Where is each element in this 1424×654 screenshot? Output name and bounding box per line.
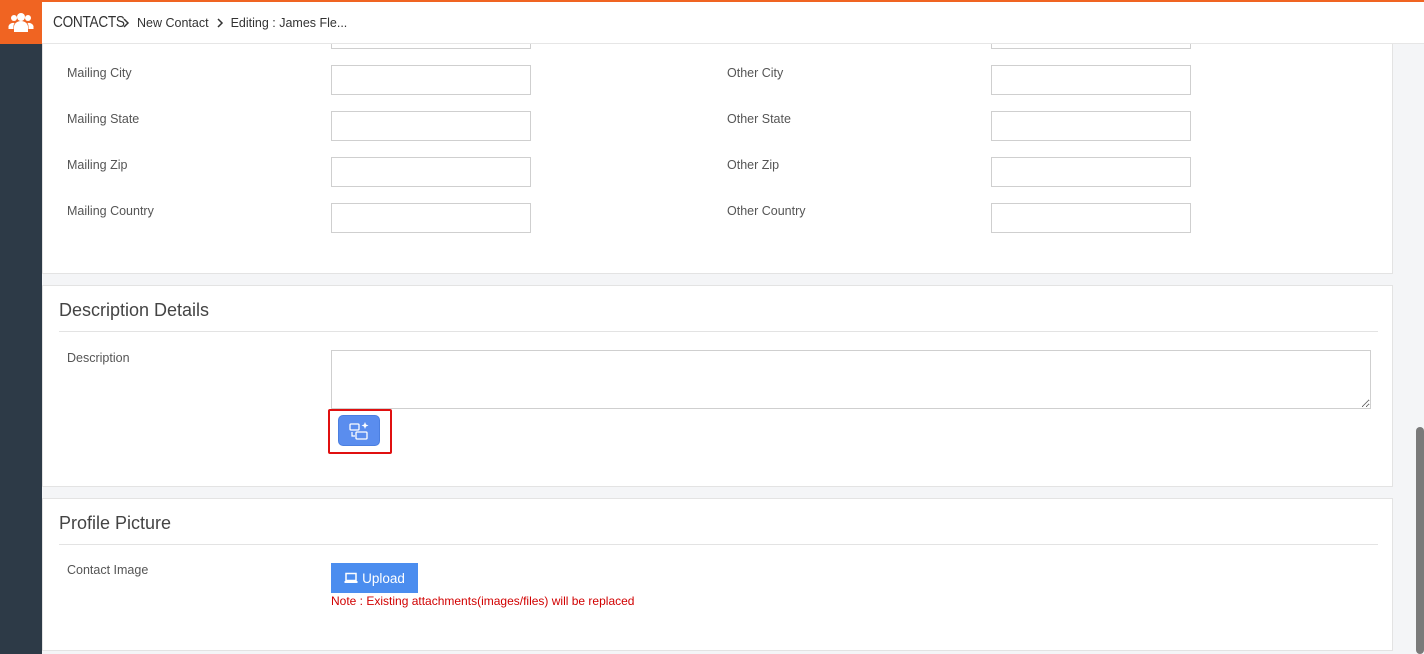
other-city-input[interactable] bbox=[991, 65, 1191, 95]
profile-picture-panel: Profile Picture Contact Image Upload Not… bbox=[42, 498, 1393, 651]
users-group-icon[interactable] bbox=[0, 0, 42, 44]
mailing-city-label: Mailing City bbox=[67, 66, 132, 80]
mailing-zip-label: Mailing Zip bbox=[67, 158, 128, 172]
description-textarea[interactable] bbox=[331, 350, 1371, 409]
other-state-input[interactable] bbox=[991, 111, 1191, 141]
mailing-city-input[interactable] bbox=[331, 65, 531, 95]
breadcrumb-module[interactable]: CONTACTS bbox=[53, 14, 125, 32]
description-panel: Description Details Description bbox=[42, 285, 1393, 487]
mailing-state-label: Mailing State bbox=[67, 112, 140, 126]
chevron-right-icon bbox=[213, 16, 227, 30]
section-divider bbox=[59, 331, 1378, 332]
other-country-label: Other Country bbox=[727, 204, 806, 218]
contact-image-label: Contact Image bbox=[67, 563, 149, 577]
upload-button-label: Upload bbox=[362, 570, 405, 586]
description-section-title: Description Details bbox=[59, 300, 210, 320]
main-content: Mailing City Other City Mailing State Ot… bbox=[42, 0, 1408, 654]
mailing-country-input[interactable] bbox=[331, 203, 531, 233]
mailing-state-input[interactable] bbox=[331, 111, 531, 141]
section-divider bbox=[59, 544, 1378, 545]
other-zip-label: Other Zip bbox=[727, 158, 780, 172]
upload-note: Note : Existing attachments(images/files… bbox=[331, 594, 635, 608]
mailing-country-label: Mailing Country bbox=[67, 204, 154, 218]
breadcrumb: CONTACTS New Contact Editing : James Fle… bbox=[42, 0, 1424, 44]
ai-button-highlight bbox=[328, 409, 392, 454]
description-label: Description bbox=[67, 351, 130, 365]
breadcrumb-new-contact[interactable]: New Contact bbox=[137, 16, 209, 30]
mailing-zip-input[interactable] bbox=[331, 157, 531, 187]
ai-sparkle-icon bbox=[349, 421, 369, 440]
other-zip-input[interactable] bbox=[991, 157, 1191, 187]
left-sidebar bbox=[0, 0, 42, 654]
profile-section-title: Profile Picture bbox=[59, 513, 172, 533]
other-city-label: Other City bbox=[727, 66, 784, 80]
breadcrumb-editing: Editing : James Fle... bbox=[230, 15, 348, 30]
ai-assist-button[interactable] bbox=[338, 415, 380, 446]
other-state-label: Other State bbox=[727, 112, 791, 126]
upload-button[interactable]: Upload bbox=[331, 563, 418, 593]
vertical-scrollbar[interactable] bbox=[1416, 427, 1424, 654]
laptop-icon bbox=[344, 572, 358, 583]
other-country-input[interactable] bbox=[991, 203, 1191, 233]
